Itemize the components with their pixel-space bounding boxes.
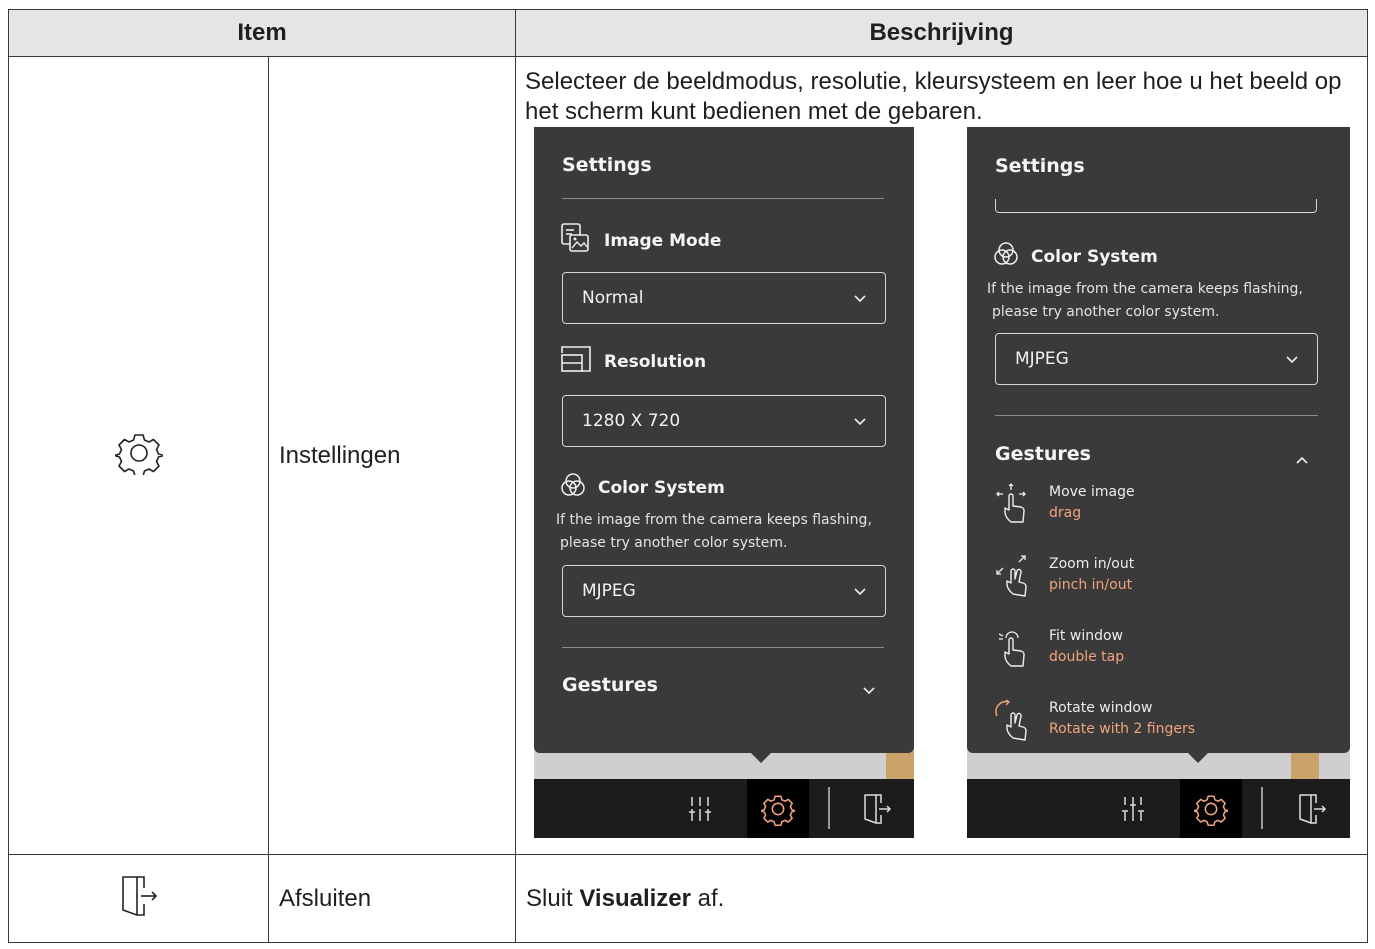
settings-description: Selecteer de beeldmodus, resolutie, kleu… (525, 68, 1342, 125)
drag-hand-icon (993, 482, 1039, 532)
color-system-icon (560, 472, 586, 503)
toolbar-right (967, 779, 1350, 838)
color-system-select[interactable]: MJPEG (562, 565, 886, 617)
color-system-label: Color System (993, 241, 1158, 272)
color-system-label: Color System (560, 472, 725, 503)
resolution-label: Resolution (560, 345, 706, 378)
screenshots: Settings Image Mode Normal Resolution 12… (516, 127, 1367, 847)
color-system-icon (993, 241, 1019, 272)
exit-door-icon (119, 876, 159, 922)
header-item: Item (8, 9, 516, 57)
chevron-down-icon (853, 288, 867, 308)
gesture-rotate-window: Rotate window Rotate with 2 fingers (993, 698, 1195, 748)
settings-icon-cell (8, 56, 269, 855)
chevron-down-icon (853, 411, 867, 431)
color-note: If the image from the camera keeps flash… (556, 512, 872, 551)
exit-door-icon[interactable] (1287, 779, 1337, 838)
rotate-hand-icon (993, 698, 1039, 748)
color-note: If the image from the camera keeps flash… (987, 281, 1303, 320)
chevron-down-icon (862, 680, 876, 699)
pinch-hand-icon (993, 554, 1039, 604)
tap-hand-icon (993, 626, 1039, 676)
gesture-zoom: Zoom in/out pinch in/out (993, 554, 1134, 604)
exit-name: Afsluiten (268, 854, 516, 943)
gesture-fit-window: Fit window double tap (993, 626, 1124, 676)
gestures-toggle[interactable]: Gestures (995, 443, 1091, 465)
chevron-down-icon (853, 581, 867, 601)
adjust-sliders-icon[interactable] (674, 779, 726, 838)
resolution-icon (560, 345, 592, 378)
header-description: Beschrijving (515, 9, 1368, 57)
image-mode-label: Image Mode (560, 222, 721, 259)
feature-table: Item Beschrijving Instellingen Selecteer… (8, 9, 1368, 943)
partial-select (995, 199, 1317, 213)
chevron-up-icon (1295, 449, 1309, 468)
gestures-toggle[interactable]: Gestures (562, 674, 658, 696)
settings-description-cell: Selecteer de beeldmodus, resolutie, kleu… (515, 56, 1368, 855)
exit-door-icon[interactable] (852, 779, 902, 838)
exit-description: Sluit Visualizer af. (515, 854, 1368, 943)
exit-icon-cell (8, 854, 269, 943)
gear-icon[interactable] (1180, 779, 1242, 838)
image-mode-icon (560, 222, 592, 259)
visualizer-app-name: Visualizer (579, 884, 691, 912)
resolution-select[interactable]: 1280 X 720 (562, 395, 886, 447)
settings-panel-right: Settings Color System If the image from … (967, 127, 1350, 753)
toolbar-left (534, 779, 914, 838)
settings-title: Settings (995, 155, 1085, 177)
adjust-sliders-icon[interactable] (1107, 779, 1159, 838)
settings-title: Settings (562, 154, 652, 176)
gear-icon (113, 434, 164, 479)
image-mode-select[interactable]: Normal (562, 272, 886, 324)
chevron-down-icon (1285, 349, 1299, 369)
settings-panel-left: Settings Image Mode Normal Resolution 12… (534, 127, 914, 753)
color-system-select[interactable]: MJPEG (995, 333, 1318, 385)
settings-name: Instellingen (268, 56, 516, 855)
gear-icon[interactable] (747, 779, 809, 838)
gesture-move-image: Move image drag (993, 482, 1135, 532)
